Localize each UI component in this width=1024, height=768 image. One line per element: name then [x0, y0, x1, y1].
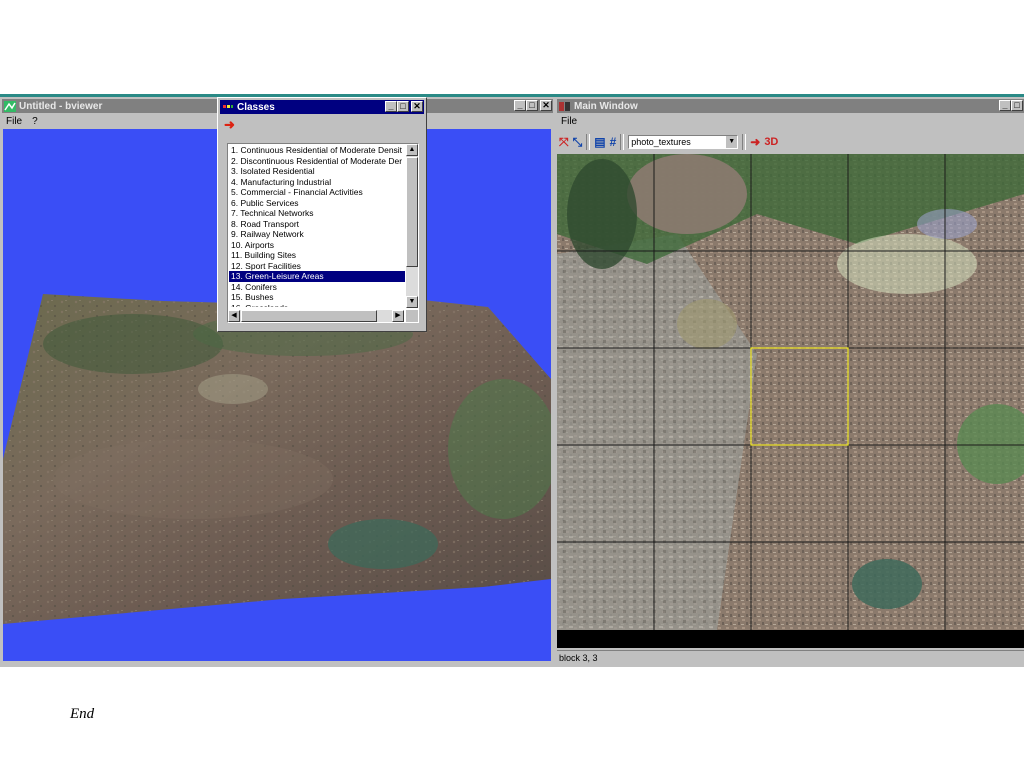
list-item[interactable]: 4. Manufacturing Industrial [229, 177, 405, 188]
red-arrow-icon[interactable]: ➜ [224, 117, 235, 133]
toolbar-separator [586, 134, 591, 150]
menu-file[interactable]: File [561, 116, 577, 127]
list-item[interactable]: 5. Commercial - Financial Activities [229, 187, 405, 198]
list-item[interactable]: 14. Conifers [229, 282, 405, 293]
chevron-down-icon[interactable]: ▼ [725, 136, 738, 148]
aerial-photo [557, 154, 1024, 630]
main-titlebar[interactable]: Main Window _ □ [557, 99, 1024, 113]
horizontal-scrollbar[interactable]: ◀ ▶ [228, 310, 404, 322]
map-bottom-band [557, 630, 1024, 648]
list-item[interactable]: 3. Isolated Residential [229, 166, 405, 177]
list-item[interactable]: 2. Discontinuous Residential of Moderate… [229, 156, 405, 167]
classes-dialog: Classes _ □ ✕ ➜ 1. Continuous Residentia… [217, 97, 427, 332]
scroll-corner [406, 310, 418, 322]
list-item[interactable]: 10. Airports [229, 240, 405, 251]
list-item[interactable]: 13. Green-Leisure Areas [229, 271, 405, 282]
list-view-icon[interactable]: ▤ [594, 135, 605, 149]
maximize-button[interactable]: □ [526, 100, 538, 111]
status-text: block 3, 3 [559, 653, 598, 663]
texture-select-value: photo_textures [631, 137, 691, 147]
hscroll-thumb[interactable] [241, 310, 377, 322]
list-item[interactable]: 8. Road Transport [229, 219, 405, 230]
toolbar-separator [742, 134, 747, 150]
main-app-icon [559, 101, 571, 112]
maximize-button[interactable]: □ [1011, 100, 1023, 111]
grid-icon[interactable]: # [610, 135, 617, 149]
classes-titlebar[interactable]: Classes _ □ ✕ [220, 100, 424, 114]
zoom-extents-icon[interactable]: ⤧ [559, 135, 569, 150]
classes-app-icon [222, 102, 234, 113]
main-menubar: File [557, 114, 577, 128]
list-item[interactable]: 11. Building Sites [229, 250, 405, 261]
minimize-button[interactable]: _ [514, 100, 526, 111]
scroll-right-icon[interactable]: ▶ [392, 310, 404, 322]
main-toolbar: ⤧ ⤡ ▤ # photo_textures ▼ ➜ 3D [557, 131, 1024, 153]
scroll-up-icon[interactable]: ▲ [406, 144, 418, 156]
status-bar: block 3, 3 [557, 650, 1024, 665]
list-item[interactable]: 16. Grasslands [229, 303, 405, 308]
scroll-thumb[interactable] [406, 157, 418, 267]
list-item[interactable]: 12. Sport Facilities [229, 261, 405, 272]
aerial-map-view[interactable] [557, 154, 1024, 630]
maximize-button[interactable]: □ [397, 101, 409, 112]
list-item[interactable]: 6. Public Services [229, 198, 405, 209]
minimize-button[interactable]: _ [999, 100, 1011, 111]
classes-title: Classes [237, 101, 275, 113]
scroll-down-icon[interactable]: ▼ [406, 296, 418, 308]
classes-listbox[interactable]: 1. Continuous Residential of Moderate De… [227, 143, 419, 323]
main-window: Main Window _ □ File ⤧ ⤡ ▤ # photo_textu… [555, 97, 1024, 667]
bviewer-menubar: File ? [2, 114, 38, 128]
list-item[interactable]: 7. Technical Networks [229, 208, 405, 219]
classes-list: 1. Continuous Residential of Moderate De… [229, 145, 405, 307]
bviewer-app-icon [4, 100, 16, 112]
list-item[interactable]: 15. Bushes [229, 292, 405, 303]
red-arrow-icon[interactable]: ➜ [750, 135, 760, 149]
vertical-scrollbar[interactable]: ▲ ▼ [406, 144, 418, 308]
toolbar-separator [620, 134, 625, 150]
texture-select[interactable]: photo_textures ▼ [628, 135, 739, 149]
close-button[interactable]: ✕ [411, 101, 423, 112]
slide-caption: End [70, 706, 95, 722]
list-item[interactable]: 9. Railway Network [229, 229, 405, 240]
scroll-left-icon[interactable]: ◀ [228, 310, 240, 322]
menu-file[interactable]: File [6, 116, 22, 127]
menu-help[interactable]: ? [32, 116, 38, 127]
bviewer-title: Untitled - bviewer [19, 100, 103, 112]
3d-button[interactable]: 3D [764, 136, 778, 148]
close-button[interactable]: ✕ [540, 100, 552, 111]
main-title: Main Window [574, 100, 638, 112]
zoom-fit-icon[interactable]: ⤡ [573, 135, 583, 150]
list-item[interactable]: 1. Continuous Residential of Moderate De… [229, 145, 405, 156]
minimize-button[interactable]: _ [385, 101, 397, 112]
